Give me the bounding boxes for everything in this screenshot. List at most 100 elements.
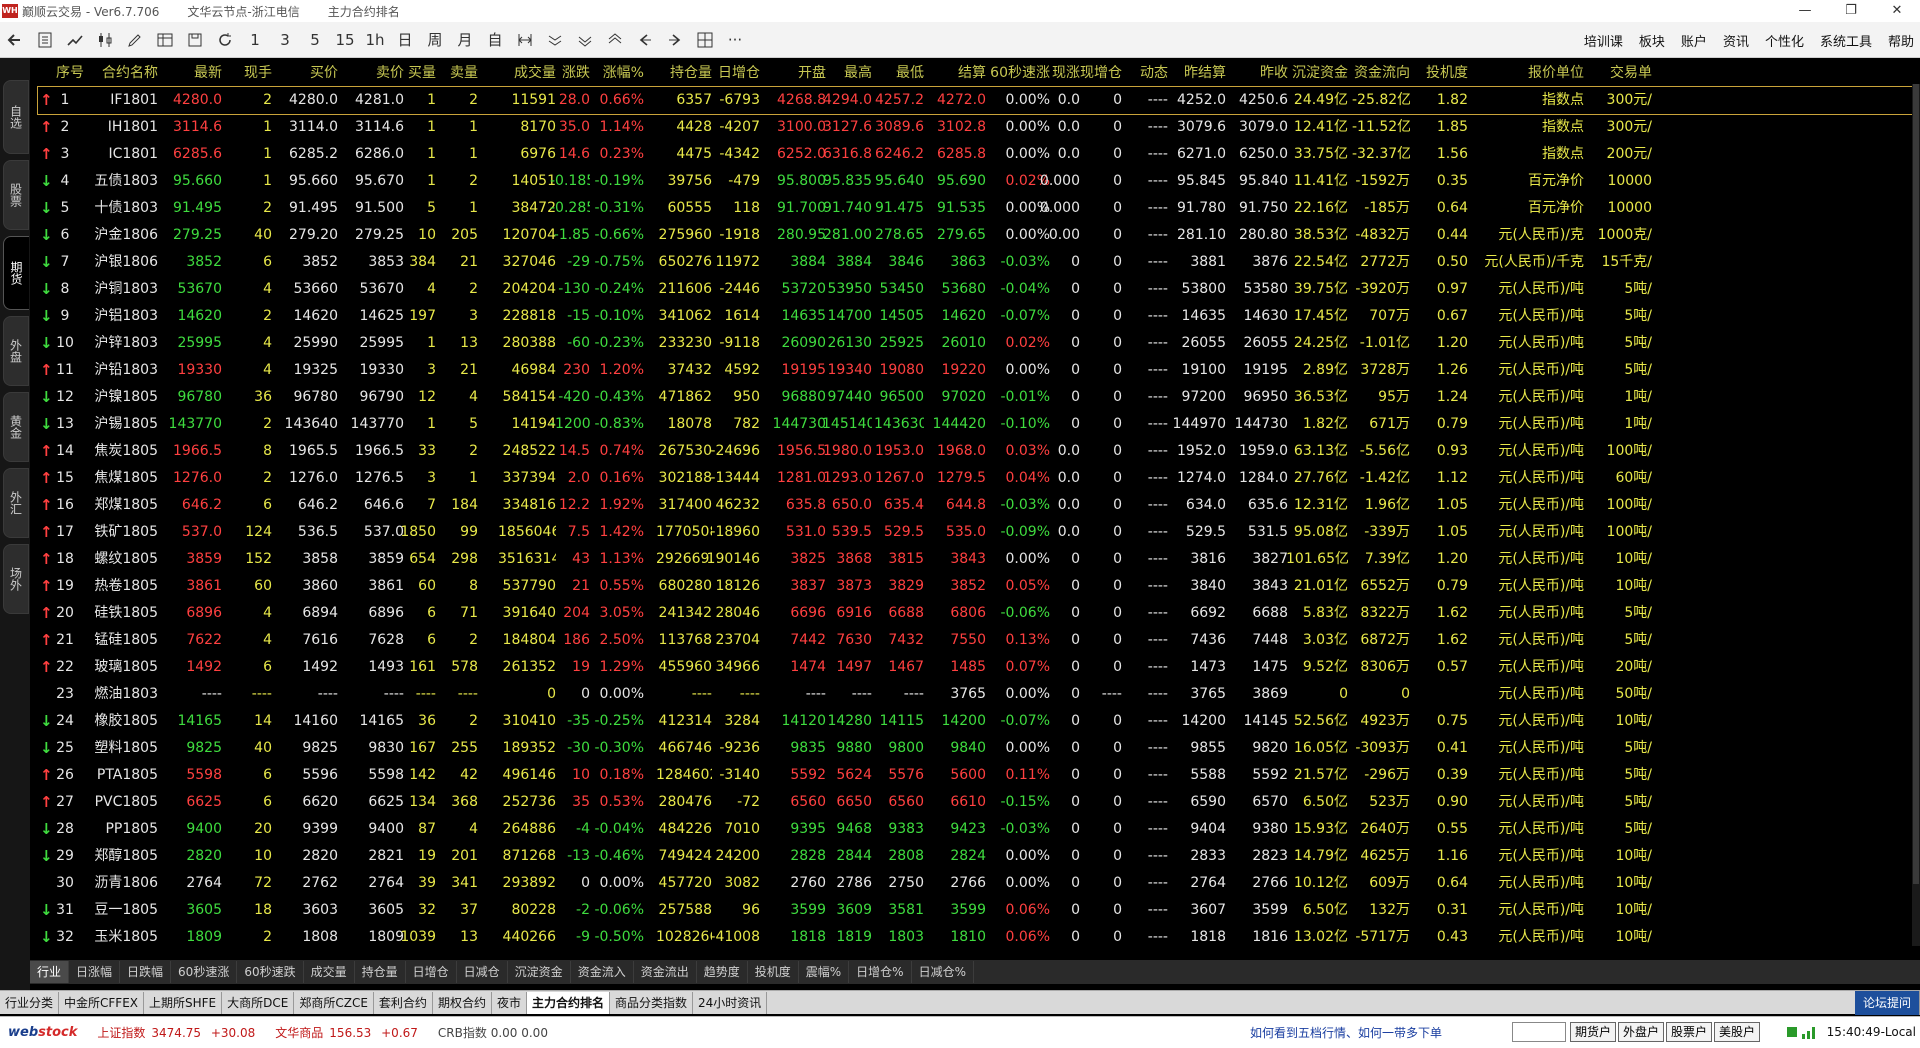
table-row[interactable]: ↓ 10 沪锌1803 25995 4 25990 25995 1 13 280388 -60 -0.…	[38, 330, 1920, 357]
chevron-up-icon[interactable]	[600, 26, 630, 54]
table-row[interactable]: ↓ 25 塑料1805 9825 40 9825 9830 167 255 189352 -30 -0…	[38, 735, 1920, 762]
table-row[interactable]: ↓ 24 橡胶1805 14165 14 14160 14165 36 2 310410 -35 -0…	[38, 708, 1920, 735]
candlestick-icon[interactable]	[90, 26, 120, 54]
ranking-tab[interactable]: 投机度	[748, 961, 799, 983]
header-quote-unit[interactable]: 报价单位	[1482, 62, 1584, 84]
header-seq[interactable]: 序号	[46, 62, 84, 84]
table-row[interactable]: ↑ 14 焦炭1805 1966.5 8 1965.5 1966.5 33 2 248522 14.…	[38, 438, 1920, 465]
table-row[interactable]: ↑ 19 热卷1805 3861 60 3860 3861 60 8 537790 21 0.55% 6…	[38, 573, 1920, 600]
menu-help[interactable]: 帮助	[1888, 31, 1914, 50]
table-row[interactable]: ↓ 28 PP1805 9400 20 9399 9400 87 4 264886 -4 -0.04%…	[38, 816, 1920, 843]
ranking-tab[interactable]: 日增仓%	[849, 961, 912, 983]
ranking-tab[interactable]: 日减仓	[457, 961, 508, 983]
ranking-tab[interactable]: 日涨幅	[69, 961, 121, 983]
cell-contract[interactable]: 螺纹1805	[88, 546, 158, 573]
cell-contract[interactable]: 沪铅1803	[88, 357, 158, 384]
header-bid-vol[interactable]: 买量	[398, 62, 436, 84]
cell-contract[interactable]: PTA1805	[88, 762, 158, 789]
header-prev-settle[interactable]: 昨结算	[1168, 62, 1226, 84]
search-input[interactable]	[1512, 1022, 1566, 1042]
index-shanghai[interactable]: 上证指数 3474.75 +30.08	[97, 1024, 255, 1041]
save-icon[interactable]	[180, 26, 210, 54]
cell-contract[interactable]: 铁矿1805	[88, 519, 158, 546]
table-row[interactable]: ↑ 21 锰硅1805 7622 4 7616 7628 6 2 184804 186 2.50% 11…	[38, 627, 1920, 654]
header-spec-ratio[interactable]: 投机度	[1418, 62, 1468, 84]
menu-account[interactable]: 账户	[1681, 31, 1707, 50]
market-tab[interactable]: 主力合约排名	[526, 991, 610, 1014]
help-link[interactable]: 如何看到五档行情、如何一带多下单	[1250, 1024, 1442, 1041]
table-row[interactable]: ↓ 29 郑醇1805 2820 10 2820 2821 19 201 871268 -13 -0.…	[38, 843, 1920, 870]
prev-icon[interactable]	[630, 26, 660, 54]
header-prev-close[interactable]: 昨收	[1232, 62, 1288, 84]
draw-tool-icon[interactable]	[120, 26, 150, 54]
sidetab-watchlist[interactable]: 自选	[3, 80, 29, 154]
cell-contract[interactable]: 玻璃1805	[88, 654, 158, 681]
sidetab-futures[interactable]: 期货	[3, 236, 29, 310]
ranking-tab[interactable]: 资金流入	[571, 961, 634, 983]
cell-contract[interactable]: 橡胶1805	[88, 708, 158, 735]
header-settle[interactable]: 结算	[928, 62, 986, 84]
cell-contract[interactable]: 沥青1806	[88, 870, 158, 897]
cell-contract[interactable]: 燃油1803	[88, 681, 158, 708]
cell-contract[interactable]: 沪铜1803	[88, 276, 158, 303]
market-tab[interactable]: 24小时资讯	[693, 991, 768, 1014]
interval-3[interactable]: 3	[270, 26, 300, 54]
market-tab[interactable]: 商品分类指数	[610, 991, 693, 1014]
table-row[interactable]: ↑ 11 沪铅1803 19330 4 19325 19330 3 21 46984 230 1.20…	[38, 357, 1920, 384]
sidetab-overseas[interactable]: 外盘	[3, 316, 29, 386]
header-cur-vol[interactable]: 现手	[228, 62, 272, 84]
more-icon[interactable]: ···	[720, 26, 750, 54]
back-icon[interactable]	[0, 26, 30, 54]
table-row[interactable]: ↓ 7 沪银1806 3852 6 3852 3853 384 21 327046 -29 -0.75…	[38, 249, 1920, 276]
interval-1h[interactable]: 1h	[360, 26, 390, 54]
market-tab[interactable]: 中金所CFFEX	[59, 991, 145, 1014]
table-row[interactable]: ↑ 3 IC1801 6285.6 1 6285.2 6286.0 1 1 6976 14.6 0.2…	[38, 141, 1920, 168]
cell-contract[interactable]: 沪锡1805	[88, 411, 158, 438]
table-row[interactable]: ↓ 13 沪锡1805 143770 2 143640 143770 1 5 14194 -1200…	[38, 411, 1920, 438]
bracket-icon[interactable]	[510, 26, 540, 54]
interval-custom[interactable]: 自	[480, 26, 510, 54]
ranking-tab[interactable]: 日跌幅	[120, 961, 172, 983]
ranking-tab[interactable]: 趋势度	[697, 961, 748, 983]
table-row[interactable]: 30 沥青1806 2764 72 2762 2764 39 341 293892 0 0.00% 4…	[38, 870, 1920, 897]
cell-contract[interactable]: 沪铝1803	[88, 303, 158, 330]
vertical-scrollbar[interactable]	[1912, 84, 1920, 946]
table-row[interactable]: ↓ 6 沪金1806 279.25 40 279.20 279.25 10 205 120704-…	[38, 222, 1920, 249]
ranking-tab[interactable]: 持仓量	[355, 961, 406, 983]
menu-system-tools[interactable]: 系统工具	[1820, 31, 1872, 50]
line-chart-icon[interactable]	[60, 26, 90, 54]
sidetab-stocks[interactable]: 股票	[3, 160, 29, 230]
us-stock-account-button[interactable]: 美股户	[1714, 1022, 1761, 1042]
scroll-thumb[interactable]	[1913, 84, 1919, 884]
cell-contract[interactable]: 十债1803	[88, 195, 158, 222]
minimize-icon[interactable]: —	[1782, 0, 1828, 22]
cell-contract[interactable]: 郑醇1805	[88, 843, 158, 870]
restore-icon[interactable]: ❐	[1828, 0, 1874, 22]
market-tab[interactable]: 套利合约	[374, 991, 433, 1014]
table-row[interactable]: ↑ 15 焦煤1805 1276.0 2 1276.0 1276.5 3 1 337394 2.0 0…	[38, 465, 1920, 492]
ranking-tab[interactable]: 60秒速涨	[171, 961, 238, 983]
table-row[interactable]: ↓5十债180391.495291.49591.5005138472-0.285…	[38, 195, 1920, 222]
cell-contract[interactable]: 五债1803	[88, 168, 158, 195]
header-last[interactable]: 最新	[160, 62, 222, 84]
cell-contract[interactable]: IF1801	[88, 87, 158, 114]
forum-button[interactable]: 论坛提问	[1854, 991, 1920, 1015]
table-icon[interactable]	[150, 26, 180, 54]
index-wenhua[interactable]: 文华商品 156.53 +0.67	[275, 1024, 418, 1041]
cell-contract[interactable]: IH1801	[88, 114, 158, 141]
cell-contract[interactable]: 豆一1805	[88, 897, 158, 924]
header-capital-flow[interactable]: 资金流向	[1352, 62, 1410, 84]
header-trade-unit[interactable]: 交易单	[1586, 62, 1652, 84]
table-row[interactable]: ↓ 9 沪铝1803 14620 2 14620 14625 197 3 228818 -15 -0.…	[38, 303, 1920, 330]
market-tab[interactable]: 上期所SHFE	[144, 991, 223, 1014]
header-cur-oi[interactable]: 现增仓	[1078, 62, 1122, 84]
header-change-pct[interactable]: 涨幅%	[594, 62, 644, 84]
market-tab[interactable]: 夜市	[492, 991, 527, 1014]
header-ask-vol[interactable]: 卖量	[440, 62, 478, 84]
cell-contract[interactable]: 玉米1805	[88, 924, 158, 951]
stock-account-button[interactable]: 股票户	[1666, 1022, 1713, 1042]
header-ask[interactable]: 卖价	[344, 62, 404, 84]
market-tab[interactable]: 行业分类	[0, 991, 60, 1014]
table-row[interactable]: ↑ 16 郑煤1805 646.2 6 646.2 646.6 7 184 334816 12.2 1…	[38, 492, 1920, 519]
cell-contract[interactable]: 锰硅1805	[88, 627, 158, 654]
